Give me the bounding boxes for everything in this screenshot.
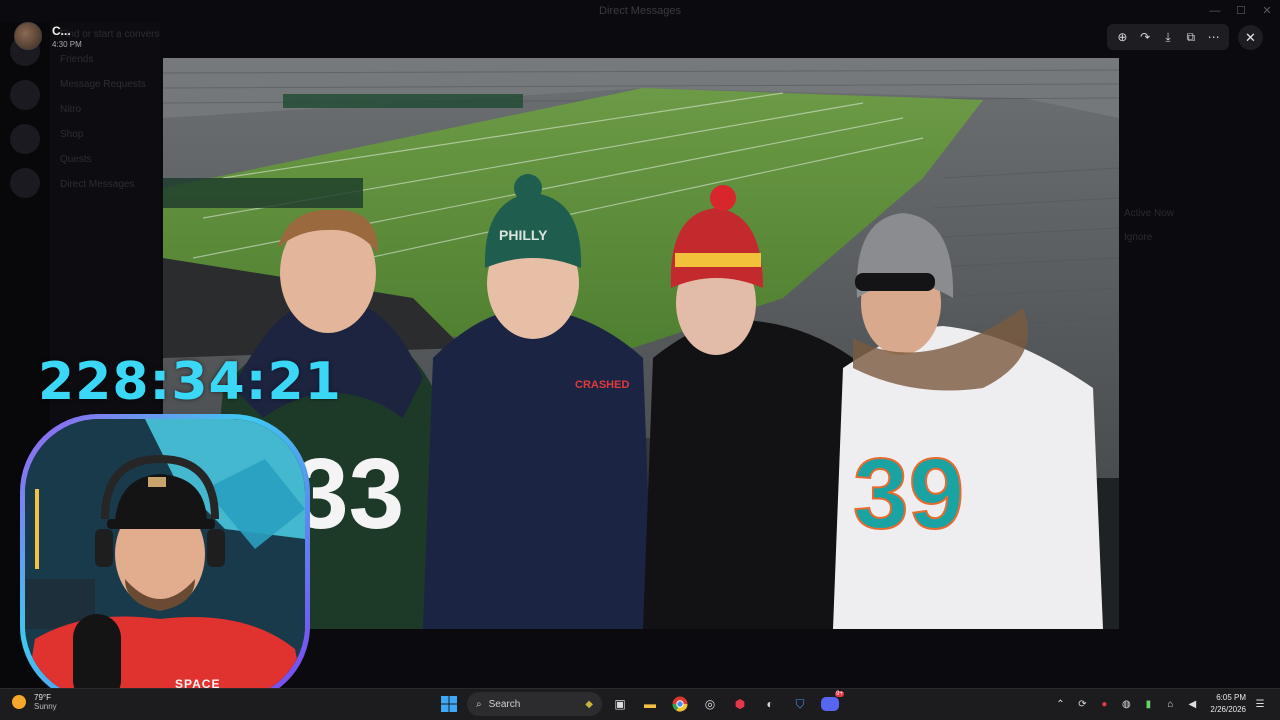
- search-placeholder: Search: [488, 698, 521, 710]
- server-icon[interactable]: [10, 168, 40, 198]
- window-title: Direct Messages: [599, 5, 681, 17]
- screen: Direct Messages — ☐ ✕ Find or start a co…: [0, 0, 1280, 720]
- sidebar-heading-dms: Direct Messages: [60, 179, 135, 190]
- clock-time: 6:05 PM: [1216, 693, 1246, 702]
- taskbar-search[interactable]: ⌕ Search ◆: [467, 692, 602, 716]
- image-toolbar: ⊕ ↷ ⤓ ⧉ ⋯: [1107, 24, 1229, 50]
- jacket-patch: CRASHED: [575, 379, 629, 391]
- discord-icon[interactable]: 9+: [818, 691, 844, 716]
- image-author: C... 4:30 PM: [14, 22, 82, 50]
- clock-date: 2/26/2026: [1210, 705, 1246, 714]
- ignore-button[interactable]: Ignore: [1124, 232, 1152, 243]
- download-icon[interactable]: ⤓: [1159, 30, 1177, 45]
- maximize-icon[interactable]: ☐: [1228, 0, 1254, 22]
- chevron-up-icon[interactable]: ⌃: [1052, 699, 1068, 710]
- beanie-text: PHILLY: [499, 227, 548, 243]
- notification-center-icon[interactable]: ☰: [1252, 699, 1268, 710]
- task-view-icon[interactable]: ▣: [608, 692, 632, 716]
- sidebar-item-nitro[interactable]: Nitro: [50, 97, 160, 122]
- taskbar: 79°F Sunny ⌕ Search ◆ ▣ ▬ ◎ ⬢ ◐ ⛉ 9+ ⌃ ⟳…: [0, 688, 1280, 720]
- file-explorer-icon[interactable]: ▬: [638, 692, 662, 716]
- network-icon[interactable]: ⌂: [1162, 699, 1178, 710]
- sun-icon: [12, 695, 26, 709]
- author-timestamp: 4:30 PM: [52, 39, 82, 49]
- forward-icon[interactable]: ↷: [1136, 30, 1154, 44]
- volume-icon[interactable]: ◀: [1184, 699, 1200, 710]
- author-name: C...: [52, 23, 71, 38]
- sidebar-item-message-requests[interactable]: Message Requests: [50, 72, 160, 97]
- weather-temperature: 79°F: [34, 693, 51, 702]
- taskbar-apps: ⌕ Search ◆ ▣ ▬ ◎ ⬢ ◐ ⛉ 9+: [437, 691, 844, 716]
- search-icon: ⌕: [476, 698, 482, 710]
- shield-icon[interactable]: ⛉: [788, 692, 812, 716]
- close-viewer-button[interactable]: ✕: [1238, 25, 1263, 50]
- server-icon[interactable]: [10, 124, 40, 154]
- stream-timer: 228:34:21: [38, 352, 342, 412]
- webcam-frame: SPACE: [20, 414, 310, 704]
- notification-badge: 9+: [835, 691, 844, 697]
- avatar[interactable]: [14, 22, 42, 50]
- weather-widget[interactable]: 79°F Sunny: [12, 693, 57, 711]
- steam-icon[interactable]: ◐: [758, 692, 782, 716]
- zoom-in-icon[interactable]: ⊕: [1113, 30, 1131, 44]
- chrome-icon[interactable]: [668, 692, 692, 716]
- streamer-video: [25, 419, 305, 699]
- chrome-logo: [672, 696, 688, 712]
- webcam-feed: SPACE: [25, 419, 305, 699]
- search-highlight-icon: ◆: [585, 698, 593, 710]
- open-external-icon[interactable]: ⧉: [1182, 30, 1200, 45]
- sidebar-item-quests[interactable]: Quests: [50, 147, 160, 172]
- windows-icon: [441, 696, 457, 712]
- server-icon[interactable]: [10, 80, 40, 110]
- weather-condition: Sunny: [34, 702, 57, 711]
- sidebar-item-friends[interactable]: Friends: [50, 47, 160, 72]
- sidebar-item-shop[interactable]: Shop: [50, 122, 160, 147]
- active-now-heading: Active Now: [1124, 208, 1175, 219]
- jersey-number-right: 39: [853, 438, 964, 550]
- clock[interactable]: 6:05 PM 2/26/2026: [1210, 692, 1246, 716]
- shield-tray-icon[interactable]: ◍: [1118, 699, 1134, 710]
- record-icon[interactable]: ●: [1096, 699, 1112, 710]
- window-close-icon[interactable]: ✕: [1254, 0, 1280, 22]
- obs-icon[interactable]: ◎: [698, 692, 722, 716]
- minimize-icon[interactable]: —: [1202, 0, 1228, 22]
- start-button[interactable]: [437, 692, 461, 716]
- location-pin-icon[interactable]: ⬢: [728, 692, 752, 716]
- window-controls[interactable]: — ☐ ✕: [1202, 0, 1280, 22]
- tray-app-icon[interactable]: ⟳: [1074, 699, 1090, 710]
- system-tray: ⌃ ⟳ ● ◍ ▮ ⌂ ◀ 6:05 PM 2/26/2026 ☰: [1052, 692, 1268, 716]
- more-icon[interactable]: ⋯: [1205, 30, 1223, 44]
- microphone-icon[interactable]: ▮: [1140, 699, 1156, 710]
